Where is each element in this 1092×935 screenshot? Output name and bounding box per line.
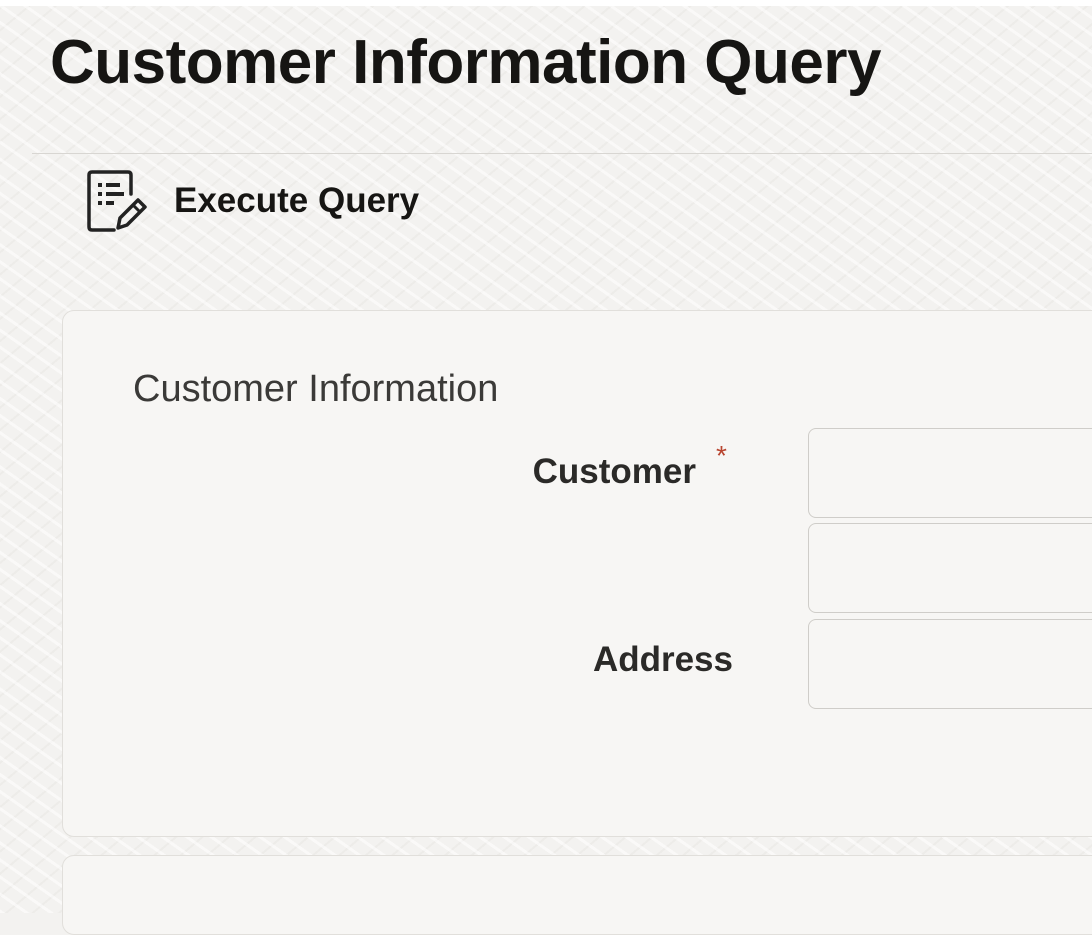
top-strip (0, 0, 1092, 6)
query-edit-icon (86, 168, 148, 234)
page-title: Customer Information Query (50, 28, 882, 97)
next-section-panel (62, 855, 1092, 935)
execute-query-button[interactable]: Execute Query (86, 168, 419, 234)
required-indicator: * (716, 440, 727, 471)
customer-label: Customer (532, 452, 696, 491)
title-divider (32, 153, 1092, 154)
customer-input[interactable] (808, 428, 1092, 518)
address-input[interactable] (808, 619, 1092, 709)
execute-query-label: Execute Query (174, 181, 420, 220)
section-title: Customer Information (133, 368, 499, 410)
address-label: Address (592, 640, 733, 679)
customer-name-input[interactable] (808, 523, 1092, 613)
